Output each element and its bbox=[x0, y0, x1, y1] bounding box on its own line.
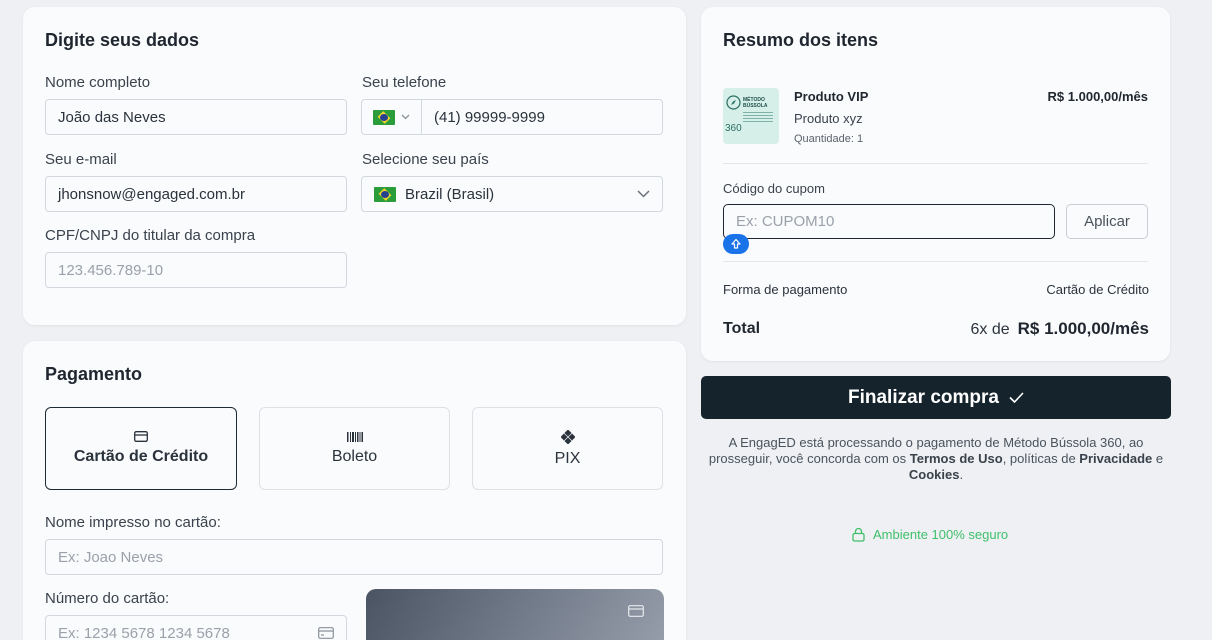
brazil-flag-icon bbox=[373, 109, 395, 125]
check-icon bbox=[1009, 392, 1024, 403]
produto-desc: Produto xyz bbox=[794, 111, 863, 126]
email-label: Seu e-mail bbox=[45, 151, 117, 168]
resumo-title: Resumo dos itens bbox=[723, 30, 879, 50]
total-label: Total bbox=[723, 320, 761, 337]
legal-p3: e bbox=[1152, 451, 1164, 466]
legal-text: A EngagED está processando o pagamento d… bbox=[706, 435, 1166, 483]
numero-cartao-input[interactable]: Ex: 1234 5678 1234 5678 bbox=[45, 615, 347, 640]
nome-cartao-label: Nome impresso no cartão: bbox=[45, 514, 221, 531]
pagamento-title: Pagamento bbox=[45, 364, 143, 384]
brazil-flag-icon bbox=[374, 186, 396, 202]
numero-cartao-placeholder: Ex: 1234 5678 1234 5678 bbox=[58, 624, 230, 640]
dados-title: Digite seus dados bbox=[45, 30, 200, 50]
total-amount: 6x de R$ 1.000,00/mês bbox=[970, 319, 1149, 339]
payment-option-boleto[interactable]: Boleto bbox=[259, 407, 450, 490]
cookies-link[interactable]: Cookies bbox=[909, 467, 960, 482]
chevron-down-icon bbox=[401, 114, 410, 120]
termos-link[interactable]: Termos de Uso bbox=[910, 451, 1003, 466]
focus-indicator-badge bbox=[723, 234, 749, 254]
nome-label: Nome completo bbox=[45, 74, 151, 91]
divider bbox=[723, 261, 1148, 262]
payment-option-label: Boleto bbox=[331, 447, 378, 465]
produto-preco: R$ 1.000,00/mês bbox=[1047, 89, 1148, 104]
upload-icon bbox=[731, 238, 741, 249]
finalizar-label: Finalizar compra bbox=[848, 386, 999, 408]
chevron-down-icon bbox=[637, 190, 650, 198]
legal-p4: . bbox=[959, 467, 964, 482]
pais-select[interactable]: Brazil (Brasil) bbox=[361, 176, 663, 212]
compass-icon bbox=[726, 95, 741, 110]
card-preview bbox=[366, 589, 664, 640]
telefone-input[interactable]: (41) 99999-9999 bbox=[422, 109, 545, 126]
payment-option-label: Cartão de Crédito bbox=[73, 448, 209, 465]
legal-p2: , políticas de bbox=[1002, 451, 1080, 466]
secure-text: Ambiente 100% seguro bbox=[873, 527, 1009, 542]
thumb-number: 360 bbox=[725, 123, 742, 134]
cupom-input[interactable]: Ex: CUPOM10 bbox=[723, 204, 1055, 239]
telefone-label: Seu telefone bbox=[362, 74, 447, 91]
forma-pagamento-label: Forma de pagamento bbox=[723, 282, 848, 297]
thumb-lines bbox=[743, 112, 773, 124]
secure-badge: Ambiente 100% seguro bbox=[852, 527, 1008, 542]
cpf-label: CPF/CNPJ do titular da compra bbox=[45, 227, 256, 244]
credit-card-icon bbox=[318, 627, 334, 639]
pais-label: Selecione seu país bbox=[362, 151, 489, 168]
email-input[interactable]: jhonsnow@engaged.com.br bbox=[45, 176, 347, 212]
numero-cartao-label: Número do cartão: bbox=[45, 590, 170, 607]
cpf-input[interactable]: 123.456.789-10 bbox=[45, 252, 347, 288]
credit-card-icon bbox=[628, 605, 644, 617]
finalizar-compra-button[interactable]: Finalizar compra bbox=[701, 376, 1171, 419]
payment-option-pix[interactable]: PIX bbox=[472, 407, 663, 490]
thumb-title: MÉTODO BÚSSOLA bbox=[743, 97, 768, 109]
produto-nome: Produto VIP bbox=[794, 89, 869, 104]
total-valor: R$ 1.000,00/mês bbox=[1017, 319, 1149, 338]
payment-option-label: PIX bbox=[554, 449, 581, 467]
credit-card-icon bbox=[134, 431, 148, 442]
nome-cartao-input[interactable]: Ex: Joao Neves bbox=[45, 539, 663, 575]
total-parcelas: 6x de bbox=[970, 321, 1010, 338]
cupom-label: Código do cupom bbox=[723, 181, 825, 196]
barcode-icon bbox=[346, 431, 363, 442]
divider bbox=[723, 163, 1148, 164]
telefone-input-group: (41) 99999-9999 bbox=[361, 99, 663, 135]
forma-pagamento-value: Cartão de Crédito bbox=[1046, 282, 1149, 297]
privacidade-link[interactable]: Privacidade bbox=[1079, 451, 1152, 466]
payment-option-cartao[interactable]: Cartão de Crédito bbox=[45, 407, 237, 490]
nome-input[interactable]: João das Neves bbox=[45, 99, 347, 135]
produto-quantidade: Quantidade: 1 bbox=[794, 133, 864, 145]
aplicar-button[interactable]: Aplicar bbox=[1066, 204, 1148, 239]
pais-value: Brazil (Brasil) bbox=[405, 185, 495, 203]
product-thumbnail: MÉTODO BÚSSOLA 360 bbox=[723, 88, 779, 144]
country-code-select[interactable] bbox=[362, 100, 422, 134]
pix-icon bbox=[560, 429, 575, 444]
lock-icon bbox=[852, 527, 865, 542]
